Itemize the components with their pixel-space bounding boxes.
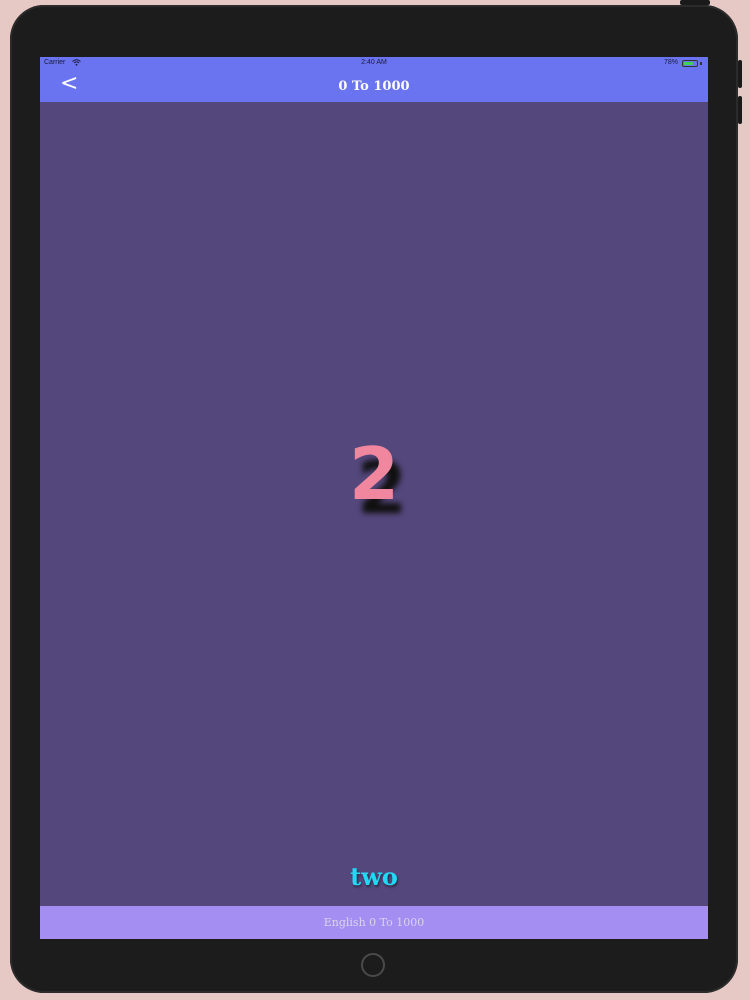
footer-label: English 0 To 1000 bbox=[323, 916, 425, 929]
volume-up-button bbox=[738, 60, 742, 88]
navigation-bar: < 0 To 1000 bbox=[40, 71, 708, 102]
number-word-label: two bbox=[350, 862, 398, 891]
volume-down-button bbox=[738, 96, 742, 124]
status-bar: Carrier 2:40 AM 78% bbox=[40, 57, 708, 71]
number-display[interactable]: 2 bbox=[40, 432, 708, 516]
battery-level-fill bbox=[684, 62, 694, 65]
page-title: 0 To 1000 bbox=[338, 79, 410, 94]
home-button[interactable] bbox=[361, 953, 385, 977]
footer-banner[interactable]: English 0 To 1000 bbox=[40, 906, 708, 939]
battery-icon bbox=[682, 60, 698, 67]
app-screen: Carrier 2:40 AM 78% < 0 To 1000 2 two En… bbox=[40, 57, 708, 939]
power-button bbox=[680, 0, 710, 5]
battery-percent: 78% bbox=[663, 59, 678, 66]
status-time: 2:40 AM bbox=[361, 59, 387, 66]
battery-tip bbox=[700, 62, 702, 65]
